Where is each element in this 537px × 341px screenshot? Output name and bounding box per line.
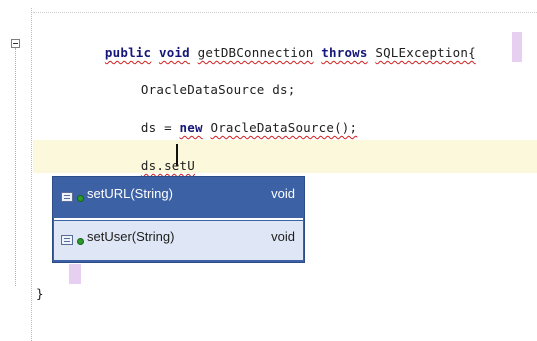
fold-guide (15, 48, 17, 286)
completion-item-seturl[interactable]: setURL(String) void (54, 178, 303, 217)
gutter-border (31, 8, 32, 341)
completion-item-return-type: void (271, 229, 295, 244)
assignment-prefix: ds = (140, 120, 180, 135)
keyword-throws: throws (321, 45, 368, 60)
closing-brace: } (36, 286, 44, 301)
exception-type: SQLException{ (375, 45, 476, 60)
completion-item-name: setURL(String) (87, 186, 173, 201)
code-editor[interactable]: public void getDBConnection throws SQLEx… (0, 0, 537, 341)
completion-item-setuser[interactable]: setUser(String) void (54, 221, 303, 260)
method-icon (61, 235, 73, 245)
method-icon (61, 192, 73, 202)
public-access-icon (77, 195, 84, 202)
text-caret (176, 144, 178, 166)
collapse-icon[interactable] (11, 39, 20, 48)
public-access-icon (77, 238, 84, 245)
keyword-new: new (179, 120, 203, 135)
code-completion-popup[interactable]: setURL(String) void setUser(String) void (52, 176, 305, 263)
partial-call-text: ds.setU (140, 158, 195, 173)
popup-divider (54, 218, 303, 220)
marker-highlight (69, 264, 81, 284)
keyword-void: void (159, 45, 190, 60)
completion-item-name: setUser(String) (87, 229, 175, 244)
top-separator (33, 12, 537, 13)
marker-highlight (512, 32, 522, 62)
declaration-text: OracleDataSource ds; (140, 82, 296, 97)
completion-item-return-type: void (271, 186, 295, 201)
method-name: getDBConnection (197, 45, 314, 60)
constructor-call: OracleDataSource(); (210, 120, 358, 135)
keyword-public: public (104, 45, 152, 60)
